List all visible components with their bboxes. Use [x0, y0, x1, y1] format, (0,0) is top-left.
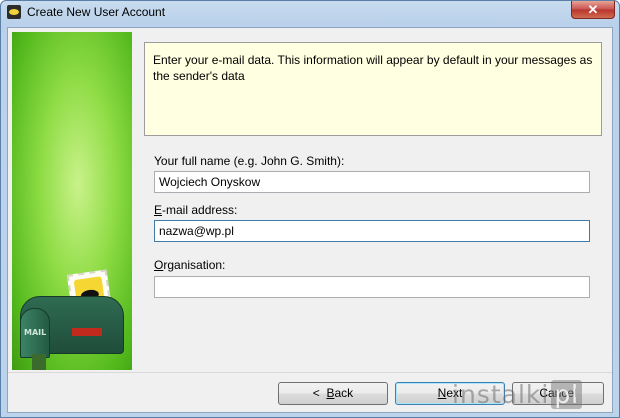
- dialog-client-area: MAIL Enter your e-mail data. This inform…: [7, 27, 613, 413]
- watermark-text: instalki: [452, 380, 550, 409]
- info-panel: Enter your e-mail data. This information…: [144, 42, 602, 136]
- email-label-accel: E: [154, 203, 163, 217]
- close-button[interactable]: ✕: [571, 1, 615, 19]
- email-value: nazwa@wp.pl: [159, 224, 234, 238]
- back-accel: B: [326, 386, 335, 400]
- full-name-label: Your full name (e.g. John G. Smith):: [154, 154, 345, 168]
- window-title: Create New User Account: [27, 5, 166, 19]
- full-name-field[interactable]: Wojciech Onyskow: [154, 171, 590, 193]
- organisation-label-accel: O: [154, 258, 164, 272]
- dialog-window: Create New User Account ✕ MAIL Enter you…: [0, 0, 620, 418]
- mailbox-label: MAIL: [24, 328, 47, 337]
- email-field[interactable]: nazwa@wp.pl: [154, 220, 590, 242]
- organisation-label: Organisation:: [154, 258, 225, 272]
- back-prefix: <: [312, 386, 327, 400]
- back-button[interactable]: < Back: [278, 382, 388, 405]
- bat-app-icon: [7, 5, 21, 19]
- back-rest: ack: [334, 386, 354, 400]
- info-text: Enter your e-mail data. This information…: [153, 53, 593, 83]
- watermark-logo: instalki pl: [452, 380, 602, 414]
- email-label-rest: -mail address:: [162, 203, 238, 217]
- email-label: E-mail address:: [154, 203, 237, 217]
- title-bar[interactable]: Create New User Account ✕: [1, 1, 619, 23]
- organisation-label-rest: rganisation:: [163, 258, 226, 272]
- button-divider: [8, 372, 612, 373]
- full-name-value: Wojciech Onyskow: [159, 175, 261, 189]
- mailbox-flag: [72, 328, 102, 336]
- wizard-sidebar-image: MAIL: [12, 32, 132, 370]
- mailbox-post: [32, 354, 46, 370]
- watermark-box: pl: [551, 380, 583, 409]
- organisation-field[interactable]: [154, 276, 590, 298]
